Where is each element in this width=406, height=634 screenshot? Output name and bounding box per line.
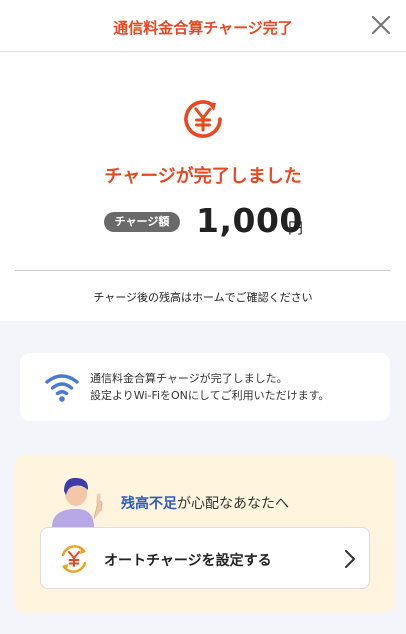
charge-amount: 1,000 [196,201,303,240]
wifi-notice-card: 通信料金合算チャージが完了しました。 設定よりWi-FiをONにしてご利用いただ… [20,353,390,421]
promo-title: 残高不足が心配なあなたへ [121,493,289,513]
charge-amount-badge: チャージ額 [104,212,180,232]
close-icon[interactable] [368,12,394,38]
yen-refresh-icon [184,100,222,138]
header: 通信料金合算チャージ完了 [0,0,406,52]
chevron-right-icon [345,550,355,568]
person-icon [52,477,103,527]
promo-title-emphasis: 残高不足 [121,496,177,512]
charge-amount-row: チャージ額 1,000 円 [0,201,406,241]
auto-charge-label: オートチャージを設定する [104,553,272,569]
auto-charge-yen-icon [61,545,87,573]
wifi-notice-text: 通信料金合算チャージが完了しました。 設定よりWi-FiをONにしてご利用いただ… [90,370,329,404]
auto-charge-promo: 残高不足が心配なあなたへ オートチャージを設定する [15,455,395,613]
charge-complete-title: チャージが完了しました [104,166,302,187]
currency-unit: 円 [288,219,304,237]
charge-result-panel: チャージが完了しました チャージ額 1,000 円 チャージ後の残高はホームでご… [0,53,406,321]
wifi-notice-line-2: 設定よりWi-FiをONにしてご利用いただけます。 [90,389,330,402]
wifi-notice-line-1: 通信料金合算チャージが完了しました。 [90,372,288,385]
auto-charge-button[interactable]: オートチャージを設定する [40,527,370,589]
promo-title-rest: が心配なあなたへ [177,496,289,512]
home-balance-note: チャージ後の残高はホームでご確認ください [93,291,313,304]
divider [15,270,391,271]
page-title: 通信料金合算チャージ完了 [113,19,293,37]
wifi-icon [45,374,79,402]
